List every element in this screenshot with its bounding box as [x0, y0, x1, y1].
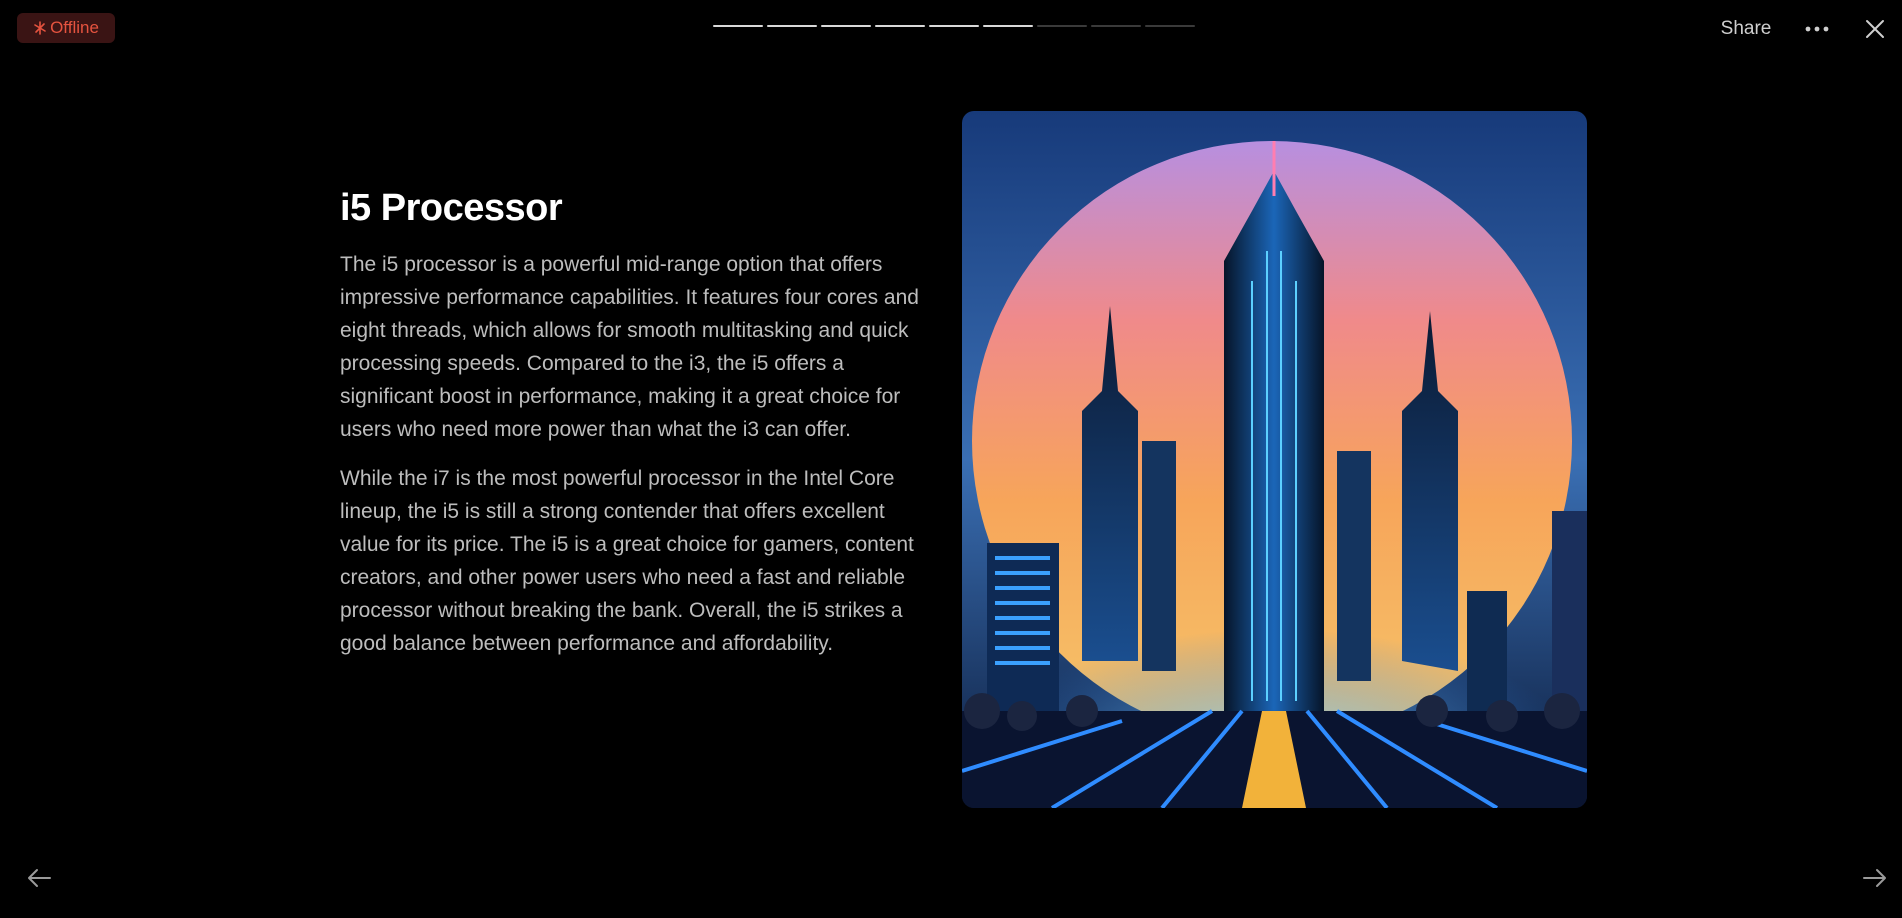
no-signal-icon — [34, 21, 46, 35]
close-button[interactable] — [1858, 12, 1892, 46]
city-skyline-illustration — [962, 111, 1587, 808]
arrow-right-icon — [1863, 869, 1886, 887]
progress-segment — [1145, 25, 1195, 27]
next-slide-button[interactable] — [1859, 862, 1891, 894]
slide-text: i5 Processor The i5 processor is a power… — [340, 185, 940, 660]
previous-slide-button[interactable] — [23, 862, 55, 894]
offline-label: Offline — [50, 18, 99, 37]
progress-segment — [1091, 25, 1141, 27]
arrow-left-icon — [28, 869, 51, 887]
progress-segment — [875, 25, 925, 27]
slide-title: i5 Processor — [340, 187, 563, 229]
slide-progress-bar — [713, 25, 1195, 27]
close-icon — [1866, 20, 1884, 38]
progress-segment — [983, 25, 1033, 27]
progress-segment — [1037, 25, 1087, 27]
slide-paragraph-1: The i5 processor is a powerful mid-range… — [340, 253, 919, 441]
progress-segment — [767, 25, 817, 27]
more-horizontal-icon — [1805, 26, 1829, 32]
slide-paragraph-2: While the i7 is the most powerful proces… — [340, 467, 914, 655]
progress-segment — [929, 25, 979, 27]
share-button[interactable]: Share — [1710, 14, 1782, 44]
more-options-button[interactable] — [1800, 14, 1834, 44]
progress-segment — [821, 25, 871, 27]
offline-status-badge: Offline — [17, 13, 115, 43]
progress-segment — [713, 25, 763, 27]
